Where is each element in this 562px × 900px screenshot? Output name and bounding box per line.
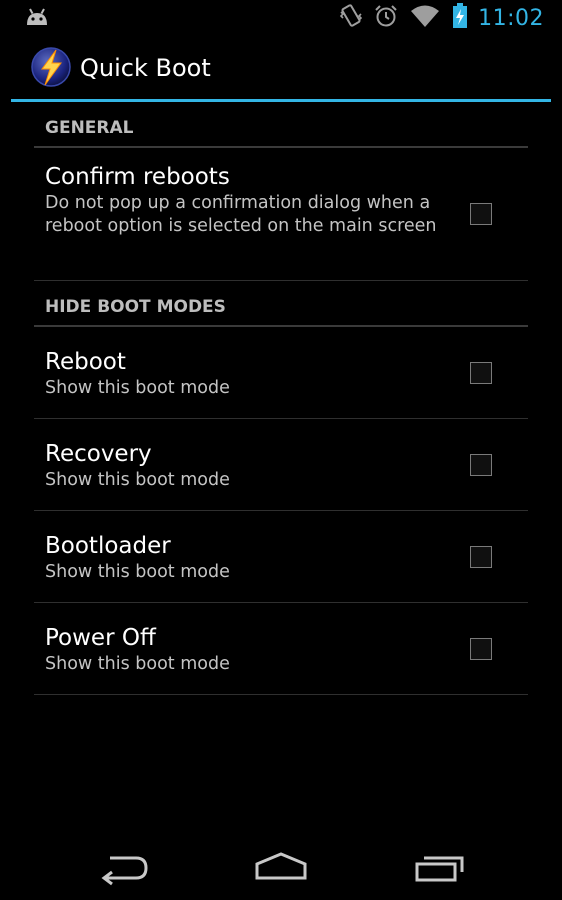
status-bar: 11:02 [0,0,562,36]
battery-charging-icon [452,3,468,33]
clock: 11:02 [478,5,544,31]
pref-power-off[interactable]: Power Off Show this boot mode [34,603,528,695]
pref-title: Recovery [45,441,152,467]
wifi-icon [410,4,440,32]
app-title: Quick Boot [80,54,211,82]
recent-apps-icon[interactable] [414,850,466,890]
android-debug-icon [24,7,50,31]
pref-summary: Do not pop up a confirmation dialog when… [45,193,437,236]
bootloader-checkbox[interactable] [470,546,492,568]
recovery-checkbox[interactable] [470,454,492,476]
category-general: GENERAL [34,102,528,148]
category-label: HIDE BOOT MODES [45,297,226,317]
alarm-icon [374,4,398,32]
home-icon[interactable] [254,850,308,890]
vibrate-icon [339,3,363,33]
pref-title: Confirm reboots [45,164,230,190]
pref-title: Power Off [45,625,156,651]
preferences-list: GENERAL Confirm reboots Do not pop up a … [34,102,528,695]
lightning-bolt-icon [30,46,72,88]
pref-confirm-reboots[interactable]: Confirm reboots Do not pop up a confirma… [34,148,528,281]
back-icon[interactable] [98,850,150,890]
pref-title: Reboot [45,349,126,375]
pref-title: Bootloader [45,533,171,559]
power-off-checkbox[interactable] [470,638,492,660]
pref-summary: Show this boot mode [45,470,230,490]
confirm-reboots-checkbox[interactable] [470,203,492,225]
pref-summary: Show this boot mode [45,654,230,674]
pref-bootloader[interactable]: Bootloader Show this boot mode [34,511,528,603]
pref-reboot[interactable]: Reboot Show this boot mode [34,327,528,419]
pref-summary: Show this boot mode [45,562,230,582]
pref-recovery[interactable]: Recovery Show this boot mode [34,419,528,511]
pref-summary: Show this boot mode [45,378,230,398]
action-bar: Quick Boot [0,36,562,102]
reboot-checkbox[interactable] [470,362,492,384]
category-hide-boot-modes: HIDE BOOT MODES [34,281,528,327]
navigation-bar [0,836,562,900]
category-label: GENERAL [45,118,134,138]
